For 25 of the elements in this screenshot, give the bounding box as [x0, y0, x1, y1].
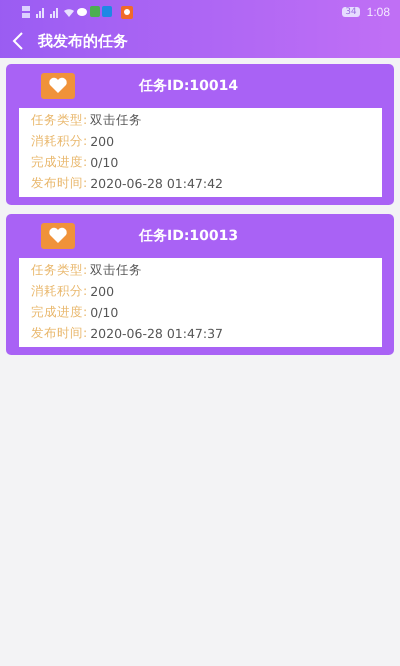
field-label: 任务类型: — [31, 112, 88, 129]
field-label: 消耗积分: — [31, 283, 88, 300]
field-value: 双击任务 — [90, 262, 142, 279]
battery-level: 34 — [342, 7, 360, 17]
field-label: 发布时间: — [31, 325, 88, 342]
page-title: 我发布的任务 — [38, 32, 128, 50]
field-value: 2020-06-28 01:47:42 — [90, 176, 223, 191]
app-notification-icon — [121, 6, 133, 18]
field-value: 双击任务 — [90, 112, 142, 129]
field-value: 0/10 — [90, 305, 118, 320]
field-label: 消耗积分: — [31, 133, 88, 150]
field-value: 200 — [90, 284, 114, 299]
field-value: 0/10 — [90, 155, 118, 170]
back-icon[interactable] — [12, 32, 24, 50]
status-time: 1:08 — [366, 5, 390, 19]
field-value: 200 — [90, 134, 114, 149]
task-card[interactable]: 任务ID:10014 任务类型: 双击任务 消耗积分: 200 完成进度: 0/10 发布时间: 2020-06-28 01:47:42 — [6, 64, 394, 205]
task-id: 任务ID:10014 — [139, 77, 238, 95]
field-label: 任务类型: — [31, 262, 88, 279]
field-label: 发布时间: — [31, 175, 88, 192]
field-label: 完成进度: — [31, 304, 88, 321]
task-card[interactable]: 任务ID:10013 任务类型: 双击任务 消耗积分: 200 完成进度: 0/10 发布时间: 2020-06-28 01:47:37 — [6, 214, 394, 355]
field-value: 2020-06-28 01:47:37 — [90, 326, 223, 341]
field-label: 完成进度: — [31, 154, 88, 171]
task-id: 任务ID:10013 — [139, 227, 238, 245]
